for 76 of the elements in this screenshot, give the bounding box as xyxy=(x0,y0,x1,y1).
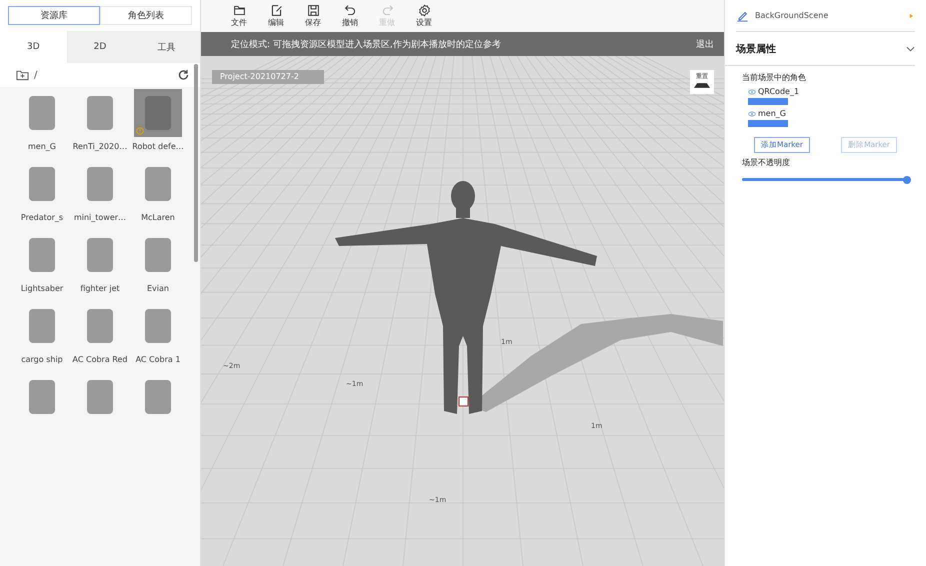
asset-name: Lightsaber xyxy=(20,284,64,293)
model-thumbnail-placeholder xyxy=(145,167,171,201)
toolbar-button[interactable]: 文件 xyxy=(224,0,254,32)
toolbar-button[interactable]: 撤销 xyxy=(335,0,365,32)
asset-item[interactable]: Evian xyxy=(129,231,187,302)
pencil-icon[interactable] xyxy=(736,10,749,22)
slider-thumb[interactable] xyxy=(903,176,911,184)
library-tab[interactable]: 资源库 xyxy=(8,6,100,25)
roles-heading: 当前场景中的角色 xyxy=(742,72,807,83)
mode-hint: 定位模式: 可拖拽资源区模型进入场景区,作为剧本播放时的定位参考 xyxy=(231,38,501,50)
project-name-label: Project-20210727-2 xyxy=(212,70,324,84)
play-icon[interactable] xyxy=(907,12,915,20)
folder-icon[interactable] xyxy=(16,69,29,81)
edit-icon xyxy=(270,4,282,17)
asset-name: fighter jet xyxy=(80,284,120,293)
model-thumbnail-placeholder xyxy=(87,380,113,414)
scene-name: BackGroundScene xyxy=(755,11,828,20)
asset-item[interactable]: McLaren xyxy=(129,160,187,231)
refresh-icon[interactable] xyxy=(177,69,190,81)
redo-icon xyxy=(380,4,394,17)
asset-item[interactable]: mini_tower… xyxy=(71,160,129,231)
asset-name: men_G xyxy=(28,142,56,151)
opacity-label: 场景不透明度 xyxy=(742,157,791,168)
model-thumbnail-placeholder xyxy=(87,167,113,201)
eye-icon[interactable] xyxy=(748,110,756,116)
model-thumbnail-placeholder xyxy=(145,380,171,414)
role-name: men_G xyxy=(758,109,786,118)
model-thumbnail-placeholder xyxy=(87,309,113,343)
model-thumbnail-placeholder xyxy=(29,238,55,272)
section-title: 场景属性 xyxy=(736,42,776,56)
asset-item[interactable]: RenTi_2020… xyxy=(71,89,129,160)
model-thumbnail-placeholder xyxy=(29,167,55,201)
asset-item[interactable]: fighter jet xyxy=(71,231,129,302)
model-thumbnail-placeholder xyxy=(29,309,55,343)
toolbar-button[interactable]: 设置 xyxy=(409,0,439,32)
role-color-bar xyxy=(748,120,788,127)
model-thumbnail-placeholder xyxy=(29,380,55,414)
asset-name: RenTi_2020… xyxy=(72,142,128,151)
toolbar-button[interactable]: 保存 xyxy=(298,0,328,32)
asset-item[interactable]: AC Cobra 1 xyxy=(129,302,187,373)
scrollbar[interactable] xyxy=(194,64,198,262)
asset-name: Predator_s xyxy=(20,213,64,222)
folder-path: / xyxy=(34,70,38,80)
exit-link[interactable]: 退出 xyxy=(696,38,714,50)
model-thumbnail-placeholder xyxy=(145,238,171,272)
chevron-down-icon[interactable] xyxy=(906,46,915,52)
model-thumbnail-placeholder xyxy=(145,96,171,130)
asset-item[interactable]: Predator_s xyxy=(13,160,71,231)
asset-name: AC Cobra 1 xyxy=(136,355,180,364)
asset-name: AC Cobra Red xyxy=(72,355,128,364)
asset-name: mini_tower… xyxy=(74,213,126,222)
floor-plane-icon xyxy=(694,83,710,88)
asset-name: Evian xyxy=(147,284,169,293)
asset-name: cargo ship xyxy=(21,355,63,364)
model-thumbnail-placeholder xyxy=(87,96,113,130)
undo-icon xyxy=(344,4,356,17)
asset-name: Robot defe… xyxy=(132,142,184,151)
library-tab[interactable]: 角色列表 xyxy=(100,6,192,25)
floor-marker-icon xyxy=(458,396,468,406)
folder-icon xyxy=(232,4,246,17)
settings-icon xyxy=(418,4,430,17)
warning-icon xyxy=(136,127,144,135)
toolbar-button[interactable]: 编辑 xyxy=(261,0,291,32)
category-tab[interactable]: 3D xyxy=(0,31,67,63)
role-color-bar xyxy=(748,98,788,105)
model-thumbnail-placeholder xyxy=(87,238,113,272)
asset-item[interactable]: AC Cobra Red xyxy=(71,302,129,373)
asset-name: McLaren xyxy=(141,213,175,222)
role-name: QRCode_1 xyxy=(758,87,800,96)
asset-item[interactable]: cargo ship xyxy=(13,302,71,373)
model-thumbnail-placeholder xyxy=(29,96,55,130)
asset-item[interactable]: men_G xyxy=(13,89,71,160)
model-thumbnail-placeholder xyxy=(145,309,171,343)
save-icon xyxy=(306,4,320,17)
eye-icon[interactable] xyxy=(748,88,756,94)
asset-item[interactable]: Lightsaber xyxy=(13,231,71,302)
